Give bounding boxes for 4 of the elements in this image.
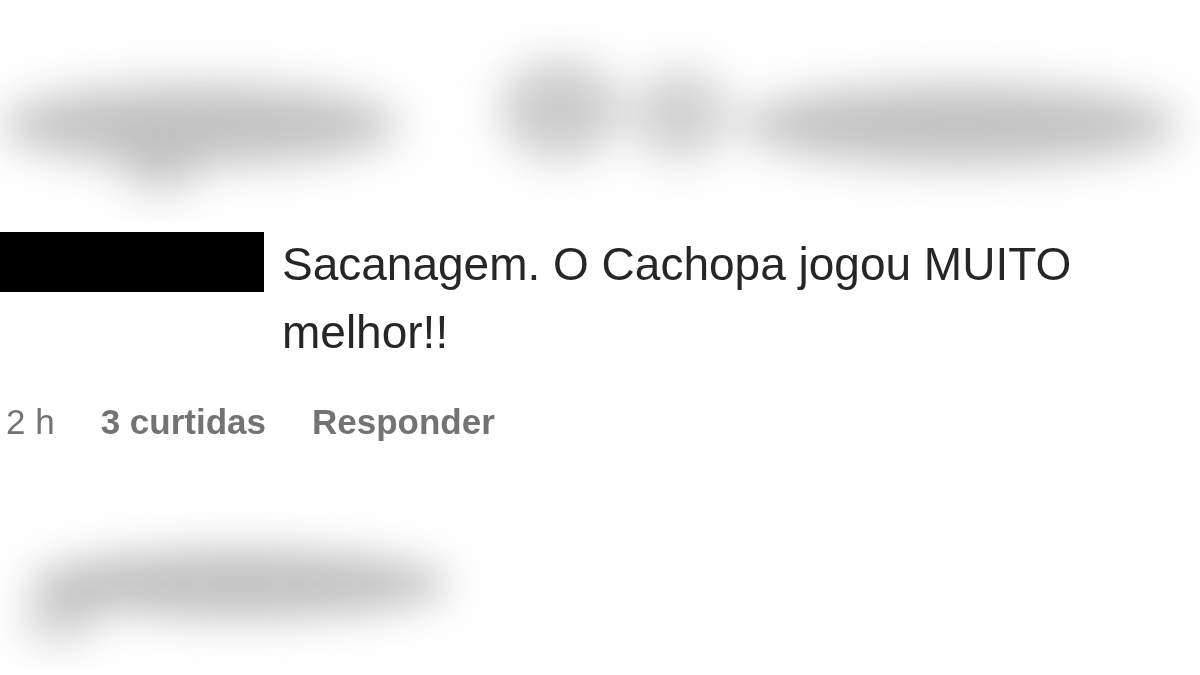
comment-text: Sacanagem. O Cachopa jogou MUITO melhor!! [282,237,1073,360]
comment-time: 2 h [6,401,55,443]
likes-count[interactable]: 3 curtidas [100,396,266,449]
reply-link[interactable]: Responder [312,396,495,449]
